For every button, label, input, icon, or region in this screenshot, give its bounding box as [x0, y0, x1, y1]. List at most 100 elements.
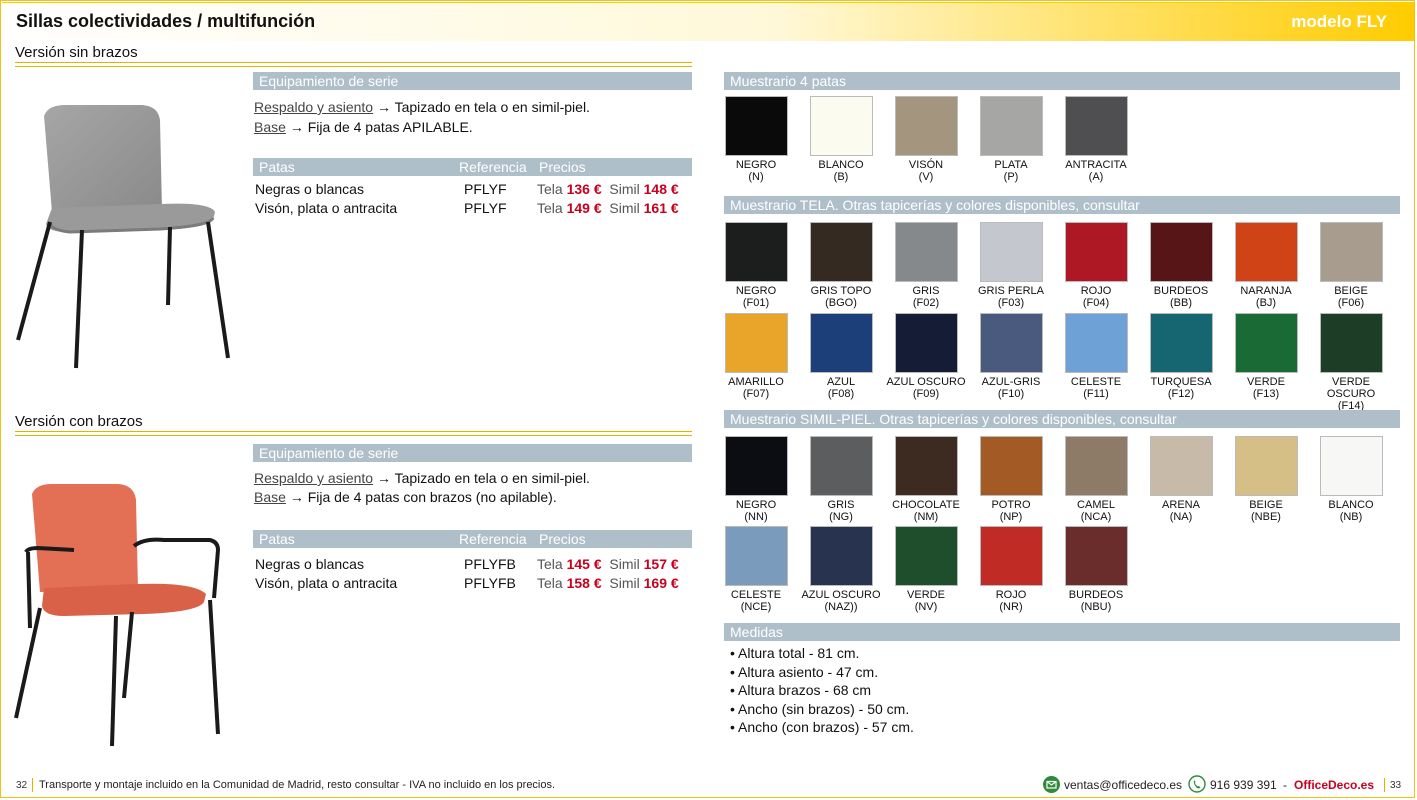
swatch-code: (F12) [1167, 388, 1195, 400]
swatch-label: NEGRO (NN) [714, 499, 798, 523]
swatch-negro [725, 222, 788, 282]
swatch-name: BEIGE [1334, 285, 1368, 297]
swatch-name: AZUL [826, 376, 856, 388]
swatch-code: (F08) [827, 388, 855, 400]
medidas-header: Medidas [724, 623, 1400, 641]
swatch-naranja [1235, 222, 1298, 282]
swatch-name: AMARILLO [728, 376, 784, 388]
spec-respaldo: Respaldo y asiento → Tapizado en tela o … [254, 470, 590, 486]
swatch-code: (F13) [1252, 388, 1280, 400]
swatch-potro [980, 436, 1043, 496]
swatch-code: (N) [748, 171, 764, 183]
footer-phone[interactable]: 916 939 391 [1210, 778, 1277, 792]
swatch-code: (NV) [914, 601, 938, 613]
swatch-code: (BB) [1170, 297, 1192, 309]
divider [1384, 778, 1385, 792]
list-item: • Ancho (sin brazos) - 50 cm. [730, 700, 910, 717]
swatch-name: VERDE OSCURO [1326, 376, 1376, 400]
swatch-name: BLANCO [818, 159, 864, 171]
brand-logo[interactable]: OfficeDeco.es [1294, 778, 1374, 792]
footer-dash: - [1283, 778, 1287, 792]
swatch-celeste [725, 526, 788, 586]
swatch-code: (NM) [913, 511, 939, 523]
swatch-label: CAMEL (NCA) [1054, 499, 1138, 523]
list-item: • Altura asiento - 47 cm. [730, 663, 879, 680]
muestrario-tela-header: Muestrario TELA. Otras tapicerías y colo… [724, 196, 1400, 214]
swatch-name: VERDE [1247, 376, 1285, 388]
swatch-code: (NAZ)) [824, 601, 858, 613]
table-row: Visón, plata o antracita PFLYF Tela 149 … [255, 200, 679, 216]
swatch-code: (A) [1088, 171, 1104, 183]
swatch-label: ROJO (F04) [1054, 285, 1138, 309]
swatch-azul [810, 313, 873, 373]
swatch-code: (F11) [1083, 388, 1109, 400]
swatch-gris-perla [980, 222, 1043, 282]
swatch-name: VISÓN [908, 159, 944, 171]
swatch-label: GRIS (F02) [884, 285, 968, 309]
swatch-name: PLATA [994, 159, 1028, 171]
footer-note: Transporte y montaje incluido en la Comu… [39, 779, 556, 791]
swatch-label: CHOCOLATE (NM) [884, 499, 968, 523]
swatch-code: (F09) [912, 388, 940, 400]
swatch-name: GRIS [827, 499, 855, 511]
swatch-celeste [1065, 313, 1128, 373]
swatch-label: NEGRO (F01) [714, 285, 798, 309]
swatch-azul-oscuro [810, 526, 873, 586]
swatch-name: AZUL-GRIS [981, 376, 1041, 388]
swatch-antracita [1065, 96, 1128, 156]
footer-email[interactable]: ventas@officedeco.es [1064, 778, 1182, 792]
swatch-name: ROJO [1080, 285, 1112, 297]
swatch-label: BLANCO (B) [799, 159, 883, 183]
swatch-chocolate [895, 436, 958, 496]
swatch-label: GRIS (NG) [799, 499, 883, 523]
table-row: Visón, plata o antracita PFLYFB Tela 158… [255, 575, 679, 591]
swatch-code: (NR) [999, 601, 1023, 613]
swatch-label: AZUL OSCURO (F09) [884, 376, 968, 400]
section-title-con-brazos: Versión con brazos [15, 413, 143, 430]
swatch-amarillo [725, 313, 788, 373]
page-number-right: 33 [1390, 780, 1402, 791]
page-number-left: 32 [16, 780, 28, 791]
swatch-code: (NA) [1169, 511, 1193, 523]
swatch-label: POTRO (NP) [969, 499, 1053, 523]
phone-icon [1188, 775, 1206, 793]
swatch-code: (B) [833, 171, 849, 183]
swatch-code: (NCE) [740, 601, 772, 613]
swatch-name: AZUL OSCURO [801, 589, 881, 601]
section-title-sin-brazos: Versión sin brazos [15, 44, 138, 61]
swatch-label: ROJO (NR) [969, 589, 1053, 613]
swatch-code: (NCA) [1080, 511, 1112, 523]
swatch-label: BEIGE (NBE) [1224, 499, 1308, 523]
swatch-turquesa [1150, 313, 1213, 373]
swatch-label: CELESTE (F11) [1054, 376, 1138, 400]
swatch-azul-oscuro [895, 313, 958, 373]
swatch-name: ARENA [1162, 499, 1200, 511]
swatch-code: (F04) [1082, 297, 1110, 309]
swatch-blanco [1320, 436, 1383, 496]
swatch-label: NEGRO (N) [714, 159, 798, 183]
swatch-name: CAMEL [1077, 499, 1115, 511]
swatch-name: CELESTE [1070, 376, 1122, 388]
swatch-gris [810, 436, 873, 496]
swatch-verde [895, 526, 958, 586]
swatch-label: GRIS TOPO (BGO) [799, 285, 883, 309]
email-icon [1043, 776, 1060, 793]
chair-sin-brazos-image [16, 105, 230, 369]
swatch-label: NARANJA (BJ) [1224, 285, 1308, 309]
swatch-blanco [810, 96, 873, 156]
swatch-label: VERDE (F13) [1224, 376, 1308, 400]
table-row: Negras o blancas PFLYFB Tela 145 € Simil… [255, 556, 679, 572]
swatch-name: GRIS [912, 285, 940, 297]
swatch-camel [1065, 436, 1128, 496]
swatch-name: ANTRACITA [1065, 159, 1127, 171]
swatch-name: VERDE [907, 589, 945, 601]
swatch-label: AZUL OSCURO (NAZ)) [799, 589, 883, 613]
swatch-name: BEIGE [1249, 499, 1283, 511]
spec-respaldo: Respaldo y asiento → Tapizado en tela o … [254, 99, 590, 115]
list-item: • Altura brazos - 68 cm [730, 682, 872, 698]
chair-con-brazos-image [14, 484, 221, 747]
swatch-code: (F06) [1337, 297, 1365, 309]
swatch-label: BLANCO (NB) [1309, 499, 1393, 523]
swatch-verde-oscuro [1320, 313, 1383, 373]
divider [15, 431, 692, 436]
